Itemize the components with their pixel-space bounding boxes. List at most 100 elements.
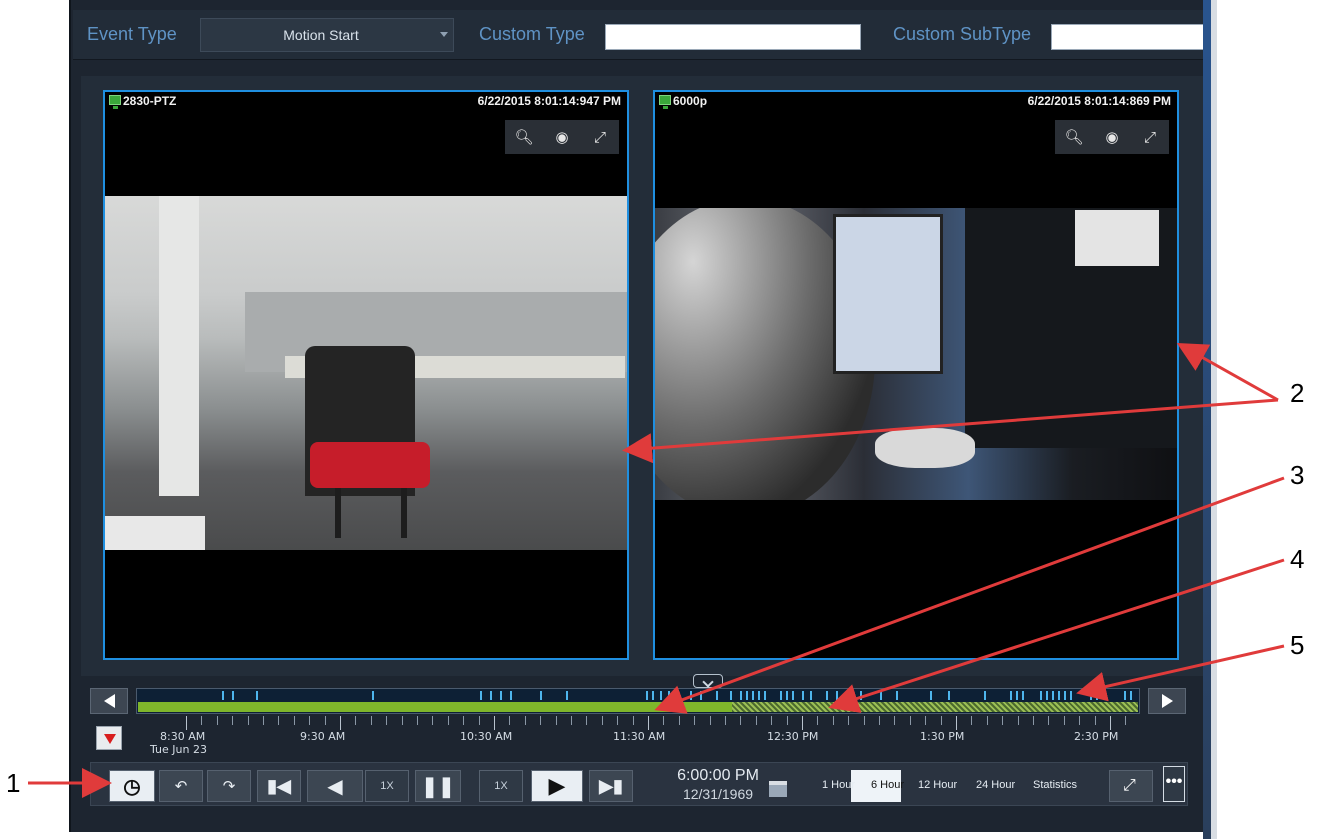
timeline-prev-button[interactable] [90, 688, 128, 714]
rewind-30-button[interactable]: ↶ [159, 770, 203, 802]
event-marker [232, 691, 234, 700]
play-button[interactable]: ▶ [531, 770, 583, 802]
camera-status-icon [659, 95, 671, 109]
event-marker [746, 691, 748, 700]
playback-control-bar: ◷ ↶ ↷ ▮◀ ◀ 1X ❚❚ 1X ▶ ▶▮ 6:00:00 PM 12/3… [90, 762, 1188, 806]
camera-tile-2[interactable]: 6000p 6/22/2015 8:01:14:869 PM 🔍︎ ◉ ⤢ [653, 90, 1179, 660]
timeline-tick [324, 716, 326, 725]
camera-icon[interactable]: ◉ [1093, 120, 1131, 154]
timeline-label: 10:30 AM [460, 730, 513, 743]
clock-mode-button[interactable]: ◷ [109, 770, 155, 802]
timeline-tick [771, 716, 773, 725]
event-marker [652, 691, 654, 700]
event-marker [1046, 691, 1048, 700]
event-marker [222, 691, 224, 700]
timeline-tick [232, 716, 234, 725]
event-type-select[interactable]: Motion Start [200, 18, 454, 52]
event-marker [930, 691, 932, 700]
camera-tile-header: 6000p 6/22/2015 8:01:14:869 PM [655, 92, 1177, 112]
event-marker [1090, 691, 1092, 700]
range-24-hour[interactable]: 24 Hour [976, 779, 1015, 791]
timeline-tick [986, 716, 988, 725]
timeline-tick [1048, 716, 1050, 725]
clock-icon: ◷ [123, 775, 141, 798]
reverse-speed-label: 1X [380, 780, 394, 792]
timeline-tick [956, 716, 957, 730]
custom-subtype-label: Custom SubType [893, 24, 1032, 44]
timeline-tick [894, 716, 896, 725]
timeline-tick [263, 716, 264, 725]
reverse-play-icon: ◀ [327, 775, 343, 798]
custom-type-input[interactable] [605, 24, 861, 50]
magnifier-icon[interactable]: 🔍︎ [1055, 120, 1093, 154]
triangle-left-icon [103, 694, 115, 708]
skip-to-end-button[interactable]: ▶▮ [589, 770, 633, 802]
event-marker [256, 691, 258, 700]
event-marker [730, 691, 732, 700]
custom-subtype-input[interactable] [1051, 24, 1205, 50]
timeline-next-button[interactable] [1148, 688, 1186, 714]
timeline-label: 8:30 AM Tue Jun 23 [150, 730, 207, 756]
forward-speed-button[interactable]: 1X [479, 770, 523, 802]
range-1-hour[interactable]: 1 Hour [822, 779, 855, 791]
timeline-tick [971, 716, 973, 725]
expand-icon[interactable]: ⤢ [581, 120, 619, 154]
triangle-right-icon [1161, 694, 1173, 708]
timeline-tick [709, 716, 711, 725]
callout-number-3: 3 [1290, 460, 1305, 490]
more-options-button[interactable]: ••• [1163, 766, 1185, 802]
timeline-tick [509, 716, 511, 725]
reverse-play-button[interactable]: ◀ [307, 770, 363, 802]
timeline-tick [1063, 716, 1065, 725]
collapse-chevron-button[interactable] [693, 674, 723, 688]
reverse-speed-button[interactable]: 1X [365, 770, 409, 802]
timeline-tick [417, 716, 418, 725]
skip-start-icon: ▮◀ [267, 775, 291, 796]
timeline-tick [725, 716, 726, 725]
camera-timestamp: 6/22/2015 8:01:14:869 PM [1027, 94, 1171, 108]
camera-icon[interactable]: ◉ [543, 120, 581, 154]
timeline-tick [186, 716, 187, 730]
calendar-icon[interactable] [769, 781, 787, 797]
event-marker [716, 691, 718, 700]
timeline-label: 1:30 PM [920, 730, 965, 743]
range-12-hour[interactable]: 12 Hour [918, 779, 957, 791]
magnifier-icon[interactable]: 🔍︎ [505, 120, 543, 154]
timeline-tick [1002, 716, 1004, 725]
timeline-recording-track [138, 702, 732, 712]
event-marker [660, 691, 662, 700]
forward-speed-label: 1X [494, 780, 508, 792]
event-marker [500, 691, 502, 700]
camera-tile-header: 2830-PTZ 6/22/2015 8:01:14:947 PM [105, 92, 627, 112]
timeline-tick [1079, 716, 1081, 725]
timeline-tick [802, 716, 803, 730]
event-marker [792, 691, 794, 700]
timeline-future-track [732, 702, 1138, 712]
skip-to-start-button[interactable]: ▮◀ [257, 770, 301, 802]
camera-video-frame [655, 208, 1177, 500]
forward-5-button[interactable]: ↷ [207, 770, 251, 802]
clock-date: 12/31/1969 [682, 786, 754, 802]
event-marker [1130, 691, 1132, 700]
timeline-tick [571, 716, 572, 725]
event-marker [540, 691, 542, 700]
range-statistics[interactable]: Statistics [1033, 779, 1077, 791]
event-marker [668, 691, 670, 700]
timeline-tick [848, 716, 850, 725]
timeline-marker-button[interactable] [96, 726, 122, 750]
event-marker [880, 691, 882, 700]
event-marker [1052, 691, 1054, 700]
event-marker [646, 691, 648, 700]
fullscreen-button[interactable]: ⤢ [1109, 770, 1153, 802]
range-6-hour[interactable]: 6 Hour [871, 779, 904, 791]
camera-tile-1[interactable]: 2830-PTZ 6/22/2015 8:01:14:947 PM 🔍︎ ◉ ⤢ [103, 90, 629, 660]
expand-icon[interactable]: ⤢ [1131, 120, 1169, 154]
timeline-tick [370, 716, 372, 725]
event-marker [700, 691, 702, 700]
tile-toolbar: 🔍︎ ◉ ⤢ [505, 120, 619, 154]
timeline-tick [432, 716, 434, 725]
pause-button[interactable]: ❚❚ [415, 770, 461, 802]
timeline-tick [494, 716, 495, 730]
event-marker [372, 691, 374, 700]
event-marker [860, 691, 862, 700]
